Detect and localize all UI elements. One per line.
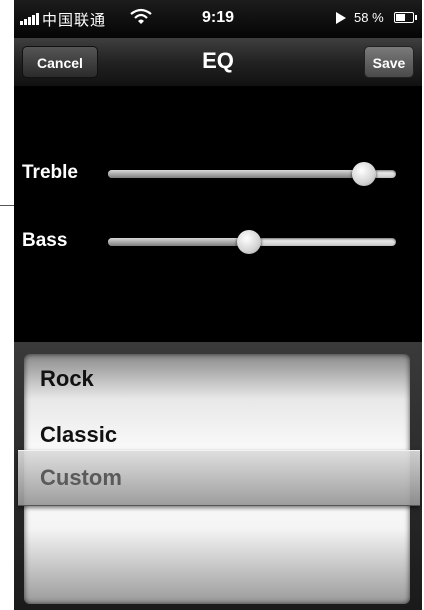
treble-slider-thumb[interactable]	[352, 162, 377, 186]
treble-slider[interactable]	[108, 162, 396, 186]
picker-selection-bar[interactable]: Custom	[18, 450, 420, 506]
battery-icon	[394, 12, 417, 23]
bass-slider-fill	[108, 238, 250, 246]
picker-item-rock[interactable]: Rock	[40, 354, 94, 404]
treble-slider-fill	[108, 170, 365, 178]
page-title: EQ	[202, 48, 234, 73]
phone-screen: 中国联通 9:19 58 % Cancel EQ Save Treble Bas…	[14, 0, 422, 610]
bass-slider-row: Bass	[14, 226, 422, 256]
eq-preset-picker-area: Rock Classic Custom	[14, 342, 422, 610]
navigation-bar: Cancel EQ Save	[14, 38, 422, 87]
bass-label: Bass	[22, 230, 68, 251]
picker-selected-item: Custom	[40, 465, 122, 490]
bass-slider[interactable]	[108, 230, 396, 254]
play-icon	[336, 12, 346, 24]
save-button[interactable]: Save	[364, 46, 414, 78]
treble-label: Treble	[22, 162, 78, 183]
treble-slider-row: Treble	[14, 158, 422, 188]
status-bar: 中国联通 9:19 58 %	[14, 0, 422, 38]
bass-slider-thumb[interactable]	[237, 230, 262, 254]
battery-percent: 58 %	[354, 10, 384, 25]
